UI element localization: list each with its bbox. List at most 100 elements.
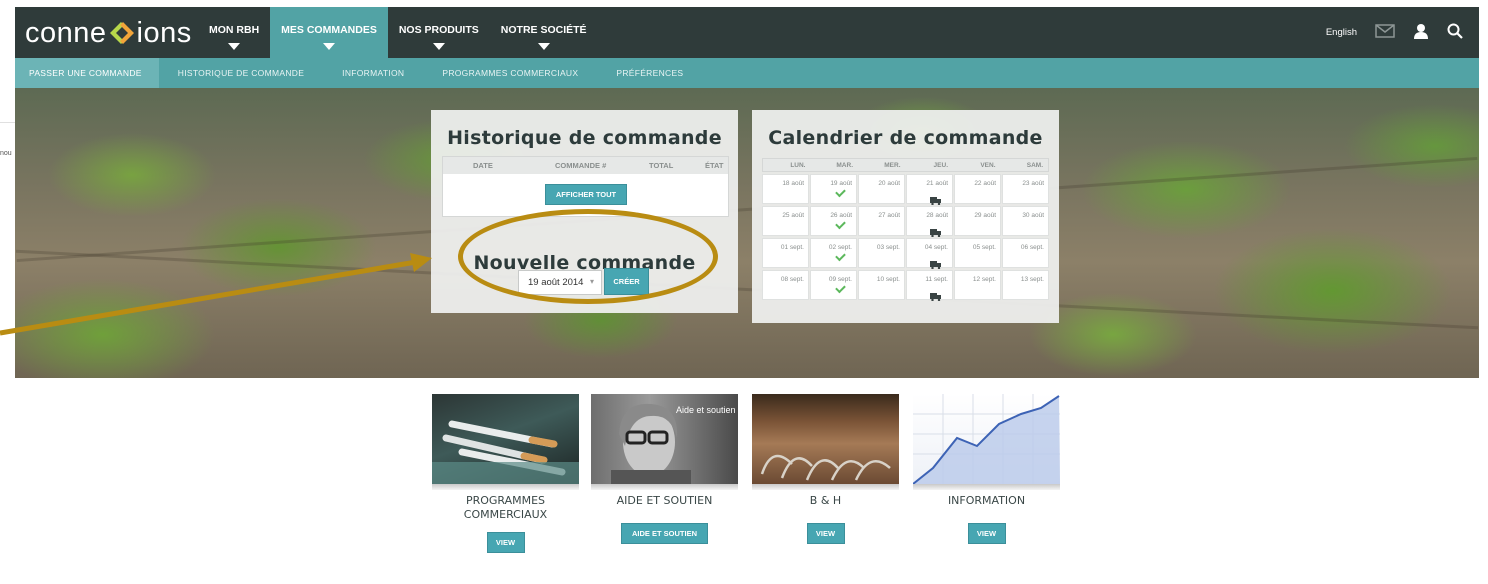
nav-notre-societe[interactable]: NOTRE SOCIÉTÉ: [490, 7, 598, 58]
calendar-week-row: 18 août 19 août 20 août 21 août 22 août 23 ao…: [762, 174, 1049, 206]
calendar-date: 05 sept.: [972, 244, 996, 251]
tile-title: PROGRAMMES COMMERCIAUX: [463, 494, 548, 521]
language-link[interactable]: English: [1326, 27, 1357, 38]
day-header: SAM.: [1026, 162, 1043, 169]
calendar-date: 20 août: [878, 180, 900, 187]
delivery-truck-icon: [930, 254, 942, 270]
col-date: DATE: [473, 161, 493, 170]
search-icon[interactable]: [1447, 23, 1463, 43]
calendar-date: 30 août: [1022, 212, 1044, 219]
calendar-day-cell[interactable]: 09 sept.: [810, 270, 857, 300]
calendar-day-cell[interactable]: 28 août: [906, 206, 953, 238]
calendar-date: 25 août: [782, 212, 804, 219]
calendar-date: 28 août: [926, 212, 948, 219]
support-agent-image: Aide et soutien: [591, 394, 738, 484]
calendar-date: 04 sept.: [924, 244, 948, 251]
delivery-truck-icon: [930, 190, 942, 206]
day-header: MAR.: [836, 162, 853, 169]
subnav-preferences[interactable]: PRÉFÉRENCES: [597, 58, 702, 88]
calendar-date: 11 sept.: [925, 276, 948, 283]
calendar-day-cell[interactable]: 08 sept.: [762, 270, 809, 300]
calendar-date: 18 août: [782, 180, 804, 187]
col-etat: ÉTAT: [705, 161, 724, 170]
calendar-day-cell[interactable]: 12 sept.: [954, 270, 1001, 300]
calendar-date: 21 août: [926, 180, 948, 187]
aide-et-soutien-button[interactable]: AIDE ET SOUTIEN: [621, 523, 708, 544]
tile-title: B & H: [809, 494, 842, 507]
calendar-date: 08 sept.: [780, 276, 804, 283]
calendar-day-cell[interactable]: 13 sept.: [1002, 270, 1049, 300]
calendar-week-row: 25 août 26 août 27 août 28 août 29 août 30 ao…: [762, 206, 1049, 238]
calendar-day-cell[interactable]: 26 août: [810, 206, 857, 236]
view-button[interactable]: VIEW: [486, 532, 525, 553]
calendar-date: 27 août: [878, 212, 900, 219]
growth-chart-image: [913, 394, 1060, 484]
calendar-date: 06 sept.: [1020, 244, 1044, 251]
calendar-date: 12 sept.: [972, 276, 996, 283]
view-button[interactable]: VIEW: [806, 523, 845, 544]
day-header: MER.: [884, 162, 901, 169]
col-total: TOTAL: [649, 161, 674, 170]
calendar-day-cell[interactable]: 04 sept.: [906, 238, 953, 270]
calendar-day-cell[interactable]: 30 août: [1002, 206, 1049, 236]
tile-shadow: [752, 484, 899, 490]
view-button[interactable]: VIEW: [967, 523, 1006, 544]
day-header: VEN.: [980, 162, 996, 169]
calendar-date: 22 août: [974, 180, 996, 187]
col-commande: COMMANDE #: [555, 161, 607, 170]
calendar-day-cell[interactable]: 05 sept.: [954, 238, 1001, 268]
calendar-body: 18 août 19 août 20 août 21 août 22 août 23 ao…: [762, 174, 1049, 302]
calendar-day-cell[interactable]: 11 sept.: [906, 270, 953, 302]
calendar-day-cell[interactable]: 02 sept.: [810, 238, 857, 268]
calendar-day-cell[interactable]: 25 août: [762, 206, 809, 236]
calendar-date: 03 sept.: [876, 244, 900, 251]
show-all-button[interactable]: AFFICHER TOUT: [545, 184, 627, 205]
day-header: LUN.: [790, 162, 806, 169]
checkmark-icon: [835, 218, 846, 230]
calendar-day-cell[interactable]: 27 août: [858, 206, 905, 236]
tile-shadow: [432, 484, 579, 490]
order-calendar-panel: Calendrier de commande LUN. MAR. MER. JE…: [752, 110, 1059, 323]
delivery-truck-icon: [930, 286, 942, 302]
calendar-day-cell[interactable]: 23 août: [1002, 174, 1049, 204]
highlight-ellipse: [458, 209, 718, 304]
tile-overlay-text: Aide et soutien: [676, 405, 736, 415]
tile-programmes-commerciaux: PROGRAMMES COMMERCIAUX VIEW: [432, 394, 579, 553]
delivery-truck-icon: [930, 222, 942, 238]
calendar-week-row: 01 sept. 02 sept. 03 sept. 04 sept. 05 sept.…: [762, 238, 1049, 270]
calendar-day-cell[interactable]: 29 août: [954, 206, 1001, 236]
tile-shadow: [591, 484, 738, 490]
calendar-day-cell[interactable]: 19 août: [810, 174, 857, 204]
calendar-day-cell[interactable]: 22 août: [954, 174, 1001, 204]
calendar-header: LUN. MAR. MER. JEU. VEN. SAM.: [762, 158, 1049, 172]
calendar-date: 01 sept.: [780, 244, 804, 251]
tile-title: INFORMATION: [947, 494, 1026, 507]
tile-b-and-h: B & H VIEW: [752, 394, 899, 544]
calendar-day-cell[interactable]: 18 août: [762, 174, 809, 204]
caret-down-icon: [537, 43, 550, 50]
calendar-day-cell[interactable]: 03 sept.: [858, 238, 905, 268]
day-header: JEU.: [933, 162, 948, 169]
calendar-date: 10 sept.: [876, 276, 900, 283]
calendar-date: 23 août: [1022, 180, 1044, 187]
history-title: Historique de commande: [447, 127, 722, 149]
calendar-day-cell[interactable]: 20 août: [858, 174, 905, 204]
calendar-day-cell[interactable]: 06 sept.: [1002, 238, 1049, 268]
history-table-header: DATE COMMANDE # TOTAL ÉTAT: [443, 157, 728, 174]
history-table: DATE COMMANDE # TOTAL ÉTAT AFFICHER TOUT: [442, 156, 729, 217]
tile-information: INFORMATION VIEW: [913, 394, 1060, 544]
tile-aide-et-soutien: Aide et soutien AIDE ET SOUTIEN AIDE ET …: [591, 394, 738, 544]
calendar-day-cell[interactable]: 10 sept.: [858, 270, 905, 300]
nav-label: NOTRE SOCIÉTÉ: [500, 24, 587, 36]
calendar-day-cell[interactable]: 21 août: [906, 174, 953, 206]
calendar-title: Calendrier de commande: [768, 127, 1043, 149]
calendar-date: 29 août: [974, 212, 996, 219]
calendar-week-row: 08 sept. 09 sept. 10 sept. 11 sept. 12 sept.…: [762, 270, 1049, 302]
mail-icon[interactable]: [1375, 23, 1395, 42]
header-tools: English: [1326, 7, 1463, 58]
annotation-arrow-icon: [0, 253, 432, 336]
user-icon[interactable]: [1413, 23, 1429, 43]
checkmark-icon: [835, 250, 846, 262]
calendar-day-cell[interactable]: 01 sept.: [762, 238, 809, 268]
checkmark-icon: [835, 282, 846, 294]
